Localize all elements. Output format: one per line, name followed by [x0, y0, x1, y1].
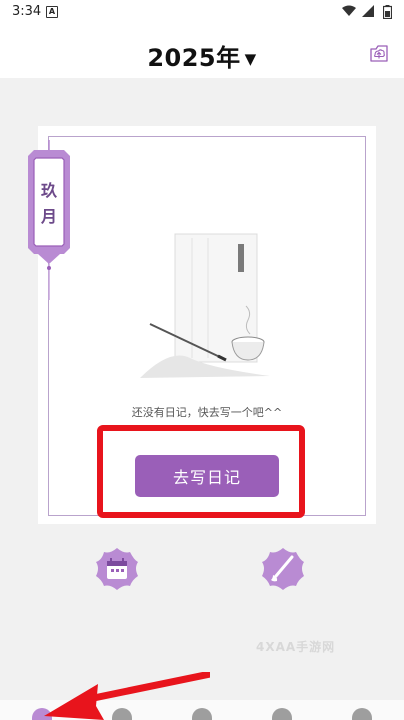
empty-diary-illustration: [140, 233, 270, 378]
year-selector[interactable]: 2025年 ▼: [0, 38, 404, 73]
month-char: 月: [40, 207, 57, 226]
nav-icon-4[interactable]: [272, 708, 292, 720]
year-label: 2025年: [147, 44, 241, 72]
battery-icon: [383, 5, 392, 19]
status-bar: 3:34 A: [0, 0, 404, 24]
sim-badge-icon: A: [46, 6, 58, 18]
wifi-icon: [342, 5, 356, 16]
cloud-upload-icon[interactable]: [368, 42, 390, 64]
empty-state-message: 还没有日记，快去写一个吧^^: [131, 406, 283, 419]
app-header: 2025年 ▼: [0, 24, 404, 78]
signal-icon: [362, 5, 374, 17]
watermark-text: 4XAA手游网: [256, 640, 336, 654]
brush-icon[interactable]: [260, 546, 306, 592]
nav-icon-5[interactable]: [352, 708, 372, 720]
month-label: 玖 月: [26, 178, 72, 230]
status-time: 3:34: [12, 4, 42, 19]
chevron-down-icon: ▼: [244, 50, 257, 68]
calendar-icon[interactable]: [94, 546, 140, 592]
month-char: 玖: [40, 181, 57, 200]
annotation-arrow-icon: [44, 672, 210, 720]
write-diary-button[interactable]: 去写日记: [135, 455, 279, 497]
